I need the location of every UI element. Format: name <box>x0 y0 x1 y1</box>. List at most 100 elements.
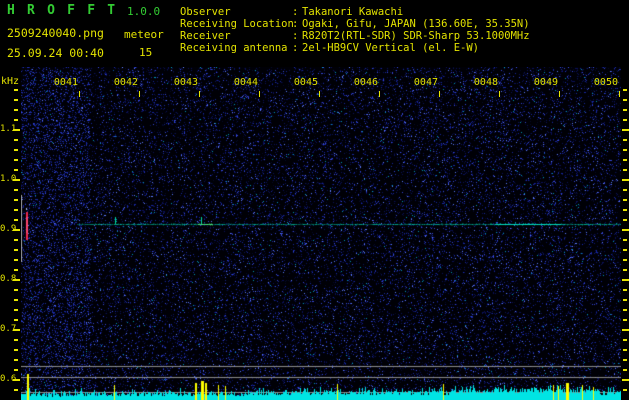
time-tick-label: 0047 <box>413 77 438 88</box>
freq-major-tick-left <box>13 379 20 381</box>
freq-minor-tick-right <box>623 389 627 391</box>
hrofft-output-image: H R O F F T 1.0.0 2509240040.png meteor … <box>0 0 629 400</box>
freq-minor-tick-right <box>623 119 627 121</box>
time-tick-mark <box>199 91 200 97</box>
freq-minor-tick-left <box>14 89 18 91</box>
info-label: Receiving Location <box>180 18 294 30</box>
time-tick-label: 0050 <box>593 77 618 88</box>
freq-major-tick-left <box>13 279 20 281</box>
freq-minor-tick-right <box>623 99 627 101</box>
time-tick-label: 0049 <box>533 77 558 88</box>
freq-tick-label: 0.9 <box>0 224 17 234</box>
time-tick-mark <box>559 91 560 97</box>
freq-minor-tick-right <box>623 209 627 211</box>
station-info-block: Observer: Takanori Kawachi Receiving Locat… <box>180 6 530 54</box>
freq-minor-tick-left <box>14 199 18 201</box>
freq-minor-tick-right <box>623 319 627 321</box>
freq-minor-tick-left <box>14 189 18 191</box>
freq-minor-tick-right <box>623 289 627 291</box>
freq-minor-tick-left <box>14 349 18 351</box>
freq-tick-label: 0.8 <box>0 274 17 284</box>
freq-major-tick-right <box>622 129 629 131</box>
freq-minor-tick-right <box>623 299 627 301</box>
time-tick-mark <box>619 91 620 97</box>
freq-minor-tick-right <box>623 259 627 261</box>
freq-minor-tick-left <box>14 299 18 301</box>
freq-minor-tick-right <box>623 269 627 271</box>
time-tick-mark <box>139 91 140 97</box>
freq-minor-tick-left <box>14 159 18 161</box>
time-tick-label: 0041 <box>53 77 78 88</box>
freq-tick-label: 1.0 <box>0 174 17 184</box>
freq-minor-tick-left <box>14 269 18 271</box>
mode-label: meteor <box>124 28 164 41</box>
freq-minor-tick-right <box>623 219 627 221</box>
spectrogram-plot <box>21 67 621 400</box>
info-row: Receiver: R820T2(RTL-SDR) SDR-Sharp 53.10… <box>180 30 530 42</box>
freq-minor-tick-left <box>14 389 18 391</box>
freq-minor-tick-left <box>14 319 18 321</box>
freq-minor-tick-right <box>623 169 627 171</box>
info-colon: : <box>292 30 299 42</box>
freq-tick-label: 0.6 <box>0 374 17 384</box>
time-tick-label: 0048 <box>473 77 498 88</box>
freq-minor-tick-right <box>623 189 627 191</box>
freq-minor-tick-left <box>14 259 18 261</box>
time-tick-mark <box>259 91 260 97</box>
freq-minor-tick-left <box>14 99 18 101</box>
app-version: 1.0.0 <box>127 5 161 18</box>
freq-minor-tick-right <box>623 159 627 161</box>
freq-major-tick-left <box>13 329 20 331</box>
freq-major-tick-left <box>13 229 20 231</box>
info-colon: : <box>292 42 299 54</box>
info-colon: : <box>292 18 299 30</box>
freq-major-tick-right <box>622 279 629 281</box>
freq-major-tick-right <box>622 179 629 181</box>
freq-minor-tick-right <box>623 139 627 141</box>
time-tick-label: 0042 <box>113 77 138 88</box>
info-label: Receiver <box>180 30 231 42</box>
info-value: 2el-HB9CV Vertical (el. E-W) <box>302 42 480 54</box>
observation-datetime: 25.09.24 00:40 <box>7 46 104 60</box>
time-tick-mark <box>79 91 80 97</box>
freq-tick-label: 1.1 <box>0 124 17 134</box>
freq-minor-tick-left <box>14 209 18 211</box>
freq-minor-tick-right <box>623 89 627 91</box>
freq-major-tick-left <box>13 179 20 181</box>
info-value: Ogaki, Gifu, JAPAN (136.60E, 35.35N) <box>302 18 530 30</box>
info-row: Receiving Location: Ogaki, Gifu, JAPAN (1… <box>180 18 530 30</box>
freq-minor-tick-left <box>14 289 18 291</box>
info-colon: : <box>292 6 299 18</box>
time-tick-label: 0046 <box>353 77 378 88</box>
time-tick-label: 0044 <box>233 77 258 88</box>
freq-minor-tick-left <box>14 149 18 151</box>
app-title: H R O F F T <box>7 3 118 18</box>
freq-minor-tick-left <box>14 239 18 241</box>
info-label: Observer <box>180 6 231 18</box>
meteor-count: 15 <box>139 46 153 59</box>
freq-minor-tick-left <box>14 339 18 341</box>
freq-minor-tick-right <box>623 109 627 111</box>
freq-minor-tick-right <box>623 149 627 151</box>
freq-axis-unit-label: kHz <box>1 76 20 87</box>
freq-minor-tick-right <box>623 249 627 251</box>
freq-minor-tick-left <box>14 109 18 111</box>
time-tick-label: 0045 <box>293 77 318 88</box>
freq-minor-tick-right <box>623 309 627 311</box>
freq-minor-tick-left <box>14 139 18 141</box>
freq-minor-tick-right <box>623 369 627 371</box>
freq-minor-tick-right <box>623 199 627 201</box>
time-tick-mark <box>439 91 440 97</box>
time-tick-mark <box>319 91 320 97</box>
freq-minor-tick-right <box>623 239 627 241</box>
freq-minor-tick-left <box>14 369 18 371</box>
info-value: R820T2(RTL-SDR) SDR-Sharp 53.1000MHz <box>302 30 530 42</box>
time-tick-mark <box>499 91 500 97</box>
info-label: Receiving antenna <box>180 42 288 54</box>
freq-minor-tick-left <box>14 119 18 121</box>
freq-tick-label: 0.7 <box>0 324 17 334</box>
freq-major-tick-right <box>622 229 629 231</box>
freq-minor-tick-left <box>14 169 18 171</box>
output-filename: 2509240040.png <box>7 26 104 40</box>
freq-major-tick-left <box>13 129 20 131</box>
